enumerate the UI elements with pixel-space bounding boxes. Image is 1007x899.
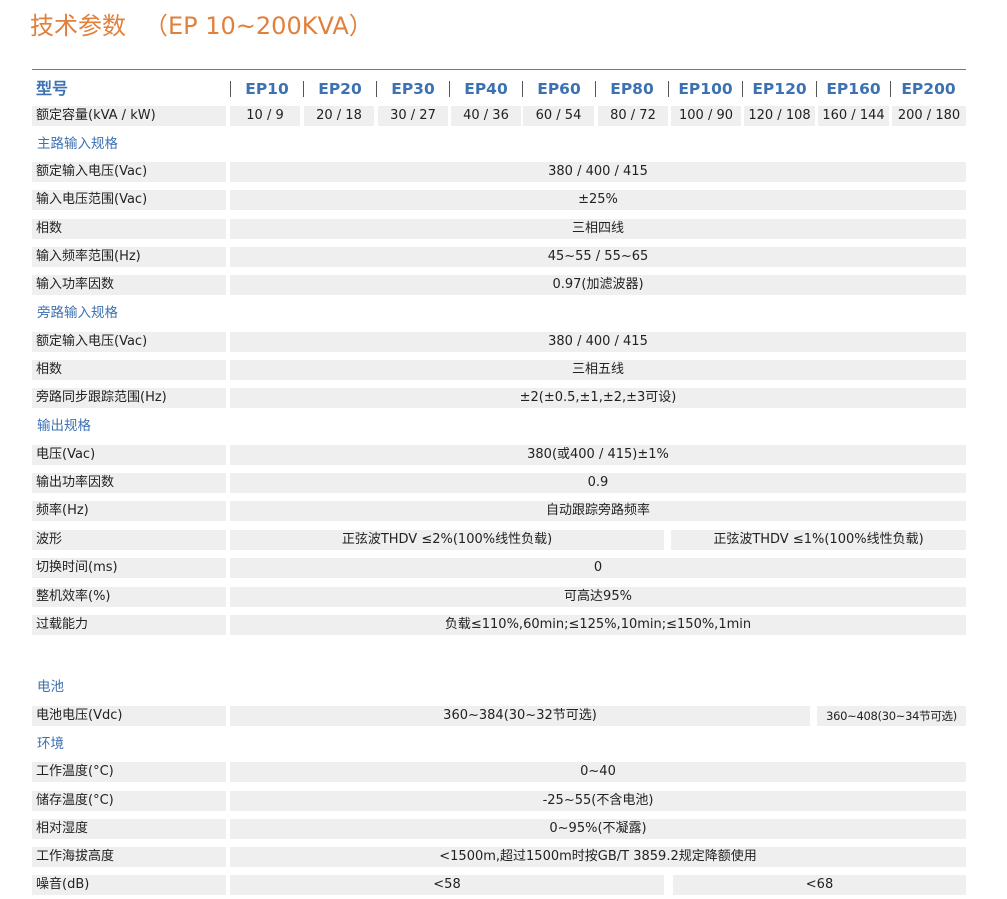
spec-value: 可高达95% [230, 587, 966, 607]
spec-label: 电压(Vac) [32, 445, 226, 465]
capacity-ep30: 30 / 27 [378, 106, 448, 126]
env-op-temp-row: 工作温度(°C) 0~40 [32, 762, 966, 782]
spec-value-ep160-ep200: 360~408(30~34节可选) [817, 706, 966, 726]
env-noise-row: 噪音(dB) <58 <68 [32, 875, 966, 895]
output-waveform-row: 波形 正弦波THDV ≤2%(100%线性负载) 正弦波THDV ≤1%(100… [32, 530, 966, 550]
main-input-row: 输入电压范围(Vac) ±25% [32, 190, 966, 210]
spec-value-ep10-ep80: 正弦波THDV ≤2%(100%线性负载) [230, 530, 664, 550]
spec-label: 旁路同步跟踪范围(Hz) [32, 388, 226, 408]
model-ep80: EP80 [610, 80, 654, 98]
spec-label: 储存温度(°C) [32, 791, 226, 811]
output-frequency-row: 频率(Hz) 自动跟踪旁路频率 [32, 501, 966, 521]
spec-value: 380(或400 / 415)±1% [230, 445, 966, 465]
spec-value-ep100-ep200: <68 [673, 875, 966, 895]
spec-value: 三相五线 [230, 360, 966, 380]
spec-label: 整机效率(%) [32, 587, 226, 607]
section-main-input: 主路输入规格 [37, 136, 118, 152]
output-transfer-time-row: 切换时间(ms) 0 [32, 558, 966, 578]
main-input-row: 输入功率因数 0.97(加滤波器) [32, 275, 966, 295]
model-ep10: EP10 [245, 80, 289, 98]
output-power-factor-row: 输出功率因数 0.9 [32, 473, 966, 493]
spec-value-ep100-ep200: 正弦波THDV ≤1%(100%线性负载) [671, 530, 966, 550]
model-header-row: 型号 EP10 EP20 EP30 EP40 EP60 EP80 EP100 E… [32, 76, 966, 102]
spec-value: 0 [230, 558, 966, 578]
capacity-ep40: 40 / 36 [451, 106, 521, 126]
spec-value: ±2(±0.5,±1,±2,±3可设) [230, 388, 966, 408]
spec-label: 频率(Hz) [32, 501, 226, 521]
section-environment: 环境 [37, 736, 64, 752]
spec-label: 切换时间(ms) [32, 558, 226, 578]
capacity-row: 额定容量(kVA / kW) 10 / 9 20 / 18 30 / 27 40… [32, 106, 966, 126]
model-ep200: EP200 [901, 80, 956, 98]
spec-value: <1500m,超过1500m时按GB/T 3859.2规定降额使用 [230, 847, 966, 867]
title-sub: （EP 10~200KVA） [144, 12, 373, 40]
env-altitude-row: 工作海拔高度 <1500m,超过1500m时按GB/T 3859.2规定降额使用 [32, 847, 966, 867]
main-input-row: 额定输入电压(Vac) 380 / 400 / 415 [32, 162, 966, 182]
capacity-ep120: 120 / 108 [744, 106, 815, 126]
capacity-ep80: 80 / 72 [598, 106, 668, 126]
capacity-ep160: 160 / 144 [818, 106, 889, 126]
spec-label: 波形 [32, 530, 226, 550]
spec-label: 工作海拔高度 [32, 847, 226, 867]
spec-value: 0.97(加滤波器) [230, 275, 966, 295]
output-overload-row: 过载能力 负载≤110%,60min;≤125%,10min;≤150%,1mi… [32, 615, 966, 635]
spec-value: -25~55(不含电池) [230, 791, 966, 811]
spec-label: 额定输入电压(Vac) [32, 332, 226, 352]
spec-label: 相数 [32, 360, 226, 380]
spec-label: 相数 [32, 219, 226, 239]
spec-value: 自动跟踪旁路频率 [230, 501, 966, 521]
spec-label: 相对湿度 [32, 819, 226, 839]
spec-value: 三相四线 [230, 219, 966, 239]
spec-value: 负载≤110%,60min;≤125%,10min;≤150%,1min [230, 615, 966, 635]
capacity-ep60: 60 / 54 [523, 106, 594, 126]
battery-voltage-row: 电池电压(Vdc) 360~384(30~32节可选) 360~408(30~3… [32, 706, 966, 726]
env-humidity-row: 相对湿度 0~95%(不凝露) [32, 819, 966, 839]
capacity-ep100: 100 / 90 [671, 106, 741, 126]
env-storage-temp-row: 储存温度(°C) -25~55(不含电池) [32, 791, 966, 811]
model-ep40: EP40 [464, 80, 508, 98]
spec-value-ep10-ep120: 360~384(30~32节可选) [230, 706, 810, 726]
model-ep30: EP30 [391, 80, 435, 98]
model-ep20: EP20 [318, 80, 362, 98]
spec-value: 380 / 400 / 415 [230, 332, 966, 352]
spec-value: 0~95%(不凝露) [230, 819, 966, 839]
spec-value: ±25% [230, 190, 966, 210]
model-ep100: EP100 [678, 80, 733, 98]
spec-value: 45~55 / 55~65 [230, 247, 966, 267]
spec-label: 输入电压范围(Vac) [32, 190, 226, 210]
model-ep120: EP120 [752, 80, 807, 98]
section-output: 输出规格 [37, 418, 91, 434]
spec-label: 过载能力 [32, 615, 226, 635]
spec-value: 0.9 [230, 473, 966, 493]
spec-label: 输入功率因数 [32, 275, 226, 295]
bypass-input-row: 相数 三相五线 [32, 360, 966, 380]
main-input-row: 输入频率范围(Hz) 45~55 / 55~65 [32, 247, 966, 267]
main-input-row: 相数 三相四线 [32, 219, 966, 239]
bypass-input-row: 旁路同步跟踪范围(Hz) ±2(±0.5,±1,±2,±3可设) [32, 388, 966, 408]
spec-label: 噪音(dB) [32, 875, 226, 895]
title-main: 技术参数 [30, 12, 126, 40]
output-voltage-row: 电压(Vac) 380(或400 / 415)±1% [32, 445, 966, 465]
spec-label: 电池电压(Vdc) [32, 706, 226, 726]
capacity-ep10: 10 / 9 [230, 106, 300, 126]
spec-label: 额定输入电压(Vac) [32, 162, 226, 182]
bypass-input-row: 额定输入电压(Vac) 380 / 400 / 415 [32, 332, 966, 352]
spec-label: 工作温度(°C) [32, 762, 226, 782]
page-title: 技术参数 （EP 10~200KVA） [30, 6, 373, 41]
spec-value: 0~40 [230, 762, 966, 782]
spec-value: 380 / 400 / 415 [230, 162, 966, 182]
spec-label: 输出功率因数 [32, 473, 226, 493]
spec-value-ep10-ep80: <58 [230, 875, 664, 895]
section-bypass-input: 旁路输入规格 [37, 305, 118, 321]
capacity-ep200: 200 / 180 [892, 106, 966, 126]
output-efficiency-row: 整机效率(%) 可高达95% [32, 587, 966, 607]
model-ep160: EP160 [826, 80, 881, 98]
capacity-ep20: 20 / 18 [304, 106, 374, 126]
capacity-label: 额定容量(kVA / kW) [32, 106, 226, 126]
model-header-label: 型号 [36, 79, 69, 98]
header-rule [32, 69, 966, 70]
spec-label: 输入频率范围(Hz) [32, 247, 226, 267]
section-battery: 电池 [37, 679, 64, 695]
model-ep60: EP60 [537, 80, 581, 98]
